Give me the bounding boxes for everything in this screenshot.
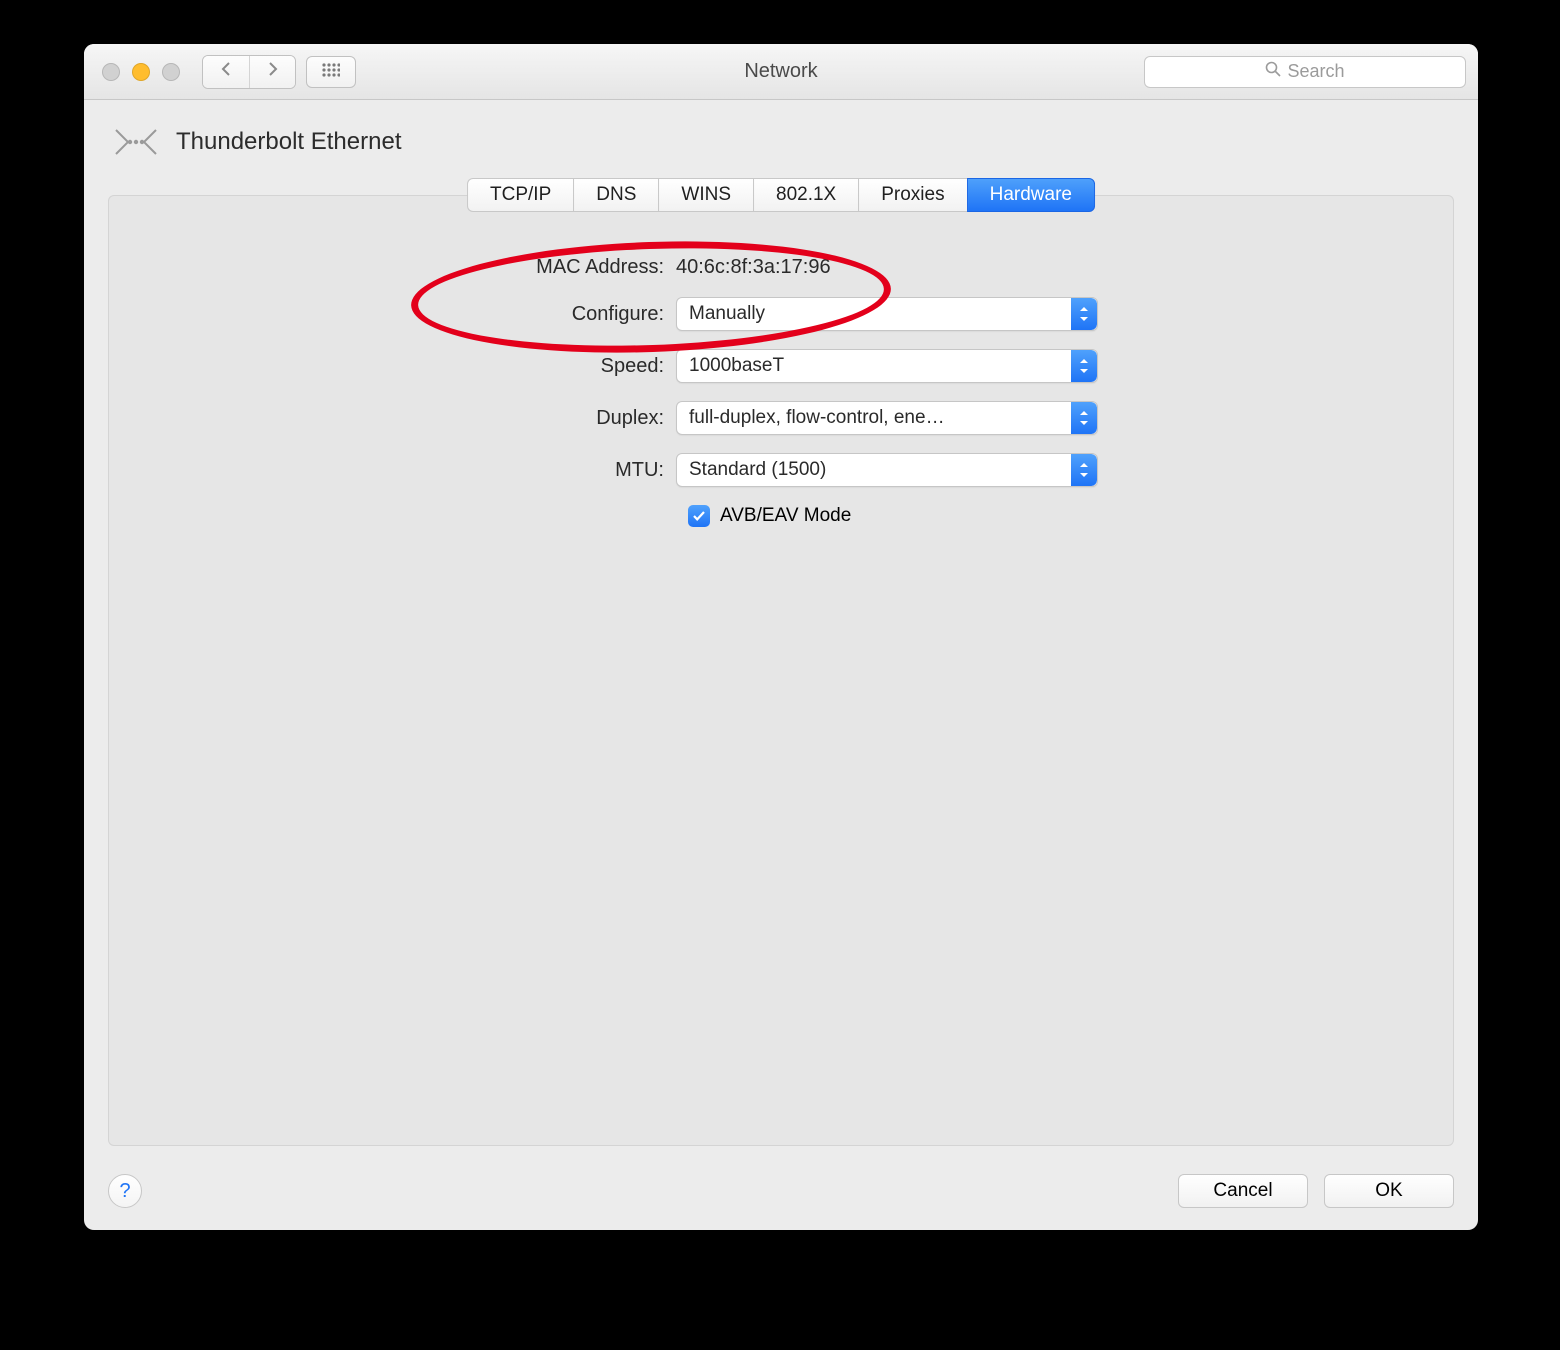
footer: ? Cancel OK: [108, 1174, 1454, 1208]
row-configure: Configure: Manually: [416, 297, 1146, 331]
mtu-value: Standard (1500): [689, 459, 826, 481]
duplex-popup[interactable]: full-duplex, flow-control, ene…: [676, 401, 1098, 435]
hardware-form: MAC Address: 40:6c:8f:3a:17:96 Configure…: [416, 256, 1146, 527]
speed-popup[interactable]: 1000baseT: [676, 349, 1098, 383]
popup-arrows-icon: [1071, 298, 1097, 330]
duplex-label: Duplex:: [416, 407, 676, 430]
mtu-popup[interactable]: Standard (1500): [676, 453, 1098, 487]
configure-value: Manually: [689, 303, 765, 325]
interface-name: Thunderbolt Ethernet: [176, 128, 401, 156]
search-field[interactable]: Search: [1144, 56, 1466, 88]
tab-8021x[interactable]: 802.1X: [753, 178, 858, 212]
ok-button[interactable]: OK: [1324, 1174, 1454, 1208]
grid-icon: [322, 63, 340, 80]
close-window-button[interactable]: [102, 63, 120, 81]
interface-header: Thunderbolt Ethernet: [84, 100, 1478, 178]
row-mtu: MTU: Standard (1500): [416, 453, 1146, 487]
network-preferences-window: Network Search Thunderbolt Ethernet TCP/…: [84, 44, 1478, 1230]
row-mac-address: MAC Address: 40:6c:8f:3a:17:96: [416, 256, 1146, 279]
search-placeholder: Search: [1287, 61, 1344, 82]
row-avb: AVB/EAV Mode: [688, 505, 1146, 527]
mtu-label: MTU:: [416, 459, 676, 482]
zoom-window-button[interactable]: [162, 63, 180, 81]
tab-tcpip[interactable]: TCP/IP: [467, 178, 573, 212]
tab-dns[interactable]: DNS: [573, 178, 658, 212]
tab-wins[interactable]: WINS: [658, 178, 753, 212]
ethernet-icon: [110, 120, 162, 164]
forward-button[interactable]: [249, 56, 295, 88]
avb-checkbox[interactable]: [688, 505, 710, 527]
titlebar: Network Search: [84, 44, 1478, 100]
minimize-window-button[interactable]: [132, 63, 150, 81]
popup-arrows-icon: [1071, 454, 1097, 486]
row-speed: Speed: 1000baseT: [416, 349, 1146, 383]
tab-proxies[interactable]: Proxies: [858, 178, 966, 212]
nav-back-forward: [202, 55, 296, 89]
search-icon: [1265, 61, 1281, 82]
hardware-panel: MAC Address: 40:6c:8f:3a:17:96 Configure…: [108, 195, 1454, 1146]
configure-label: Configure:: [416, 303, 676, 326]
speed-value: 1000baseT: [689, 355, 784, 377]
avb-label: AVB/EAV Mode: [720, 505, 851, 527]
show-all-button[interactable]: [306, 56, 356, 88]
speed-label: Speed:: [416, 355, 676, 378]
tab-hardware[interactable]: Hardware: [967, 178, 1095, 212]
settings-sheet: TCP/IP DNS WINS 802.1X Proxies Hardware …: [108, 178, 1454, 1146]
window-controls: [102, 63, 180, 81]
help-button[interactable]: ?: [108, 1174, 142, 1208]
row-duplex: Duplex: full-duplex, flow-control, ene…: [416, 401, 1146, 435]
popup-arrows-icon: [1071, 402, 1097, 434]
mac-address-value: 40:6c:8f:3a:17:96: [676, 256, 1146, 279]
configure-popup[interactable]: Manually: [676, 297, 1098, 331]
back-button[interactable]: [203, 56, 249, 88]
popup-arrows-icon: [1071, 350, 1097, 382]
mac-address-label: MAC Address:: [416, 256, 676, 279]
cancel-button[interactable]: Cancel: [1178, 1174, 1308, 1208]
tabs: TCP/IP DNS WINS 802.1X Proxies Hardware: [467, 178, 1095, 212]
duplex-value: full-duplex, flow-control, ene…: [689, 407, 945, 429]
